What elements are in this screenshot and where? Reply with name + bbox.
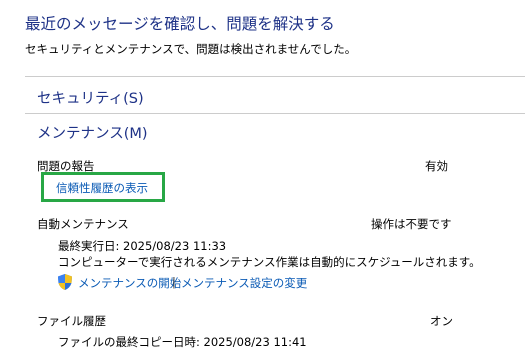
automatic-maintenance-status: 操作は不要です (371, 217, 452, 231)
page-subtitle: セキュリティとメンテナンスで、問題は検出されませんでした。 (25, 42, 357, 56)
divider (25, 113, 525, 114)
automatic-maintenance-label: 自動メンテナンス (37, 217, 129, 231)
security-section-header[interactable]: セキュリティ(S) (37, 87, 144, 108)
view-reliability-history-link[interactable]: 信頼性履歴の表示 (56, 180, 148, 196)
file-history-label: ファイル履歴 (37, 314, 106, 328)
problem-reporting-status: 有効 (425, 159, 448, 173)
start-maintenance-link[interactable]: メンテナンスの開始 (78, 275, 181, 291)
uac-shield-icon (58, 274, 72, 290)
file-history-status: オン (430, 314, 453, 328)
file-history-last-copy: ファイルの最終コピー日時: 2025/08/23 11:41 (58, 335, 307, 349)
change-maintenance-settings-link[interactable]: メンテナンス設定の変更 (181, 275, 307, 291)
page-title: 最近のメッセージを確認し、問題を解決する (25, 15, 335, 33)
maintenance-section-header[interactable]: メンテナンス(M) (37, 122, 148, 143)
maintenance-description: コンピューターで実行されるメンテナンス作業は自動的にスケジュールされます。 (58, 255, 481, 269)
link-separator: | (172, 275, 176, 289)
divider (25, 76, 525, 77)
last-run-date: 最終実行日: 2025/08/23 11:33 (58, 239, 227, 253)
